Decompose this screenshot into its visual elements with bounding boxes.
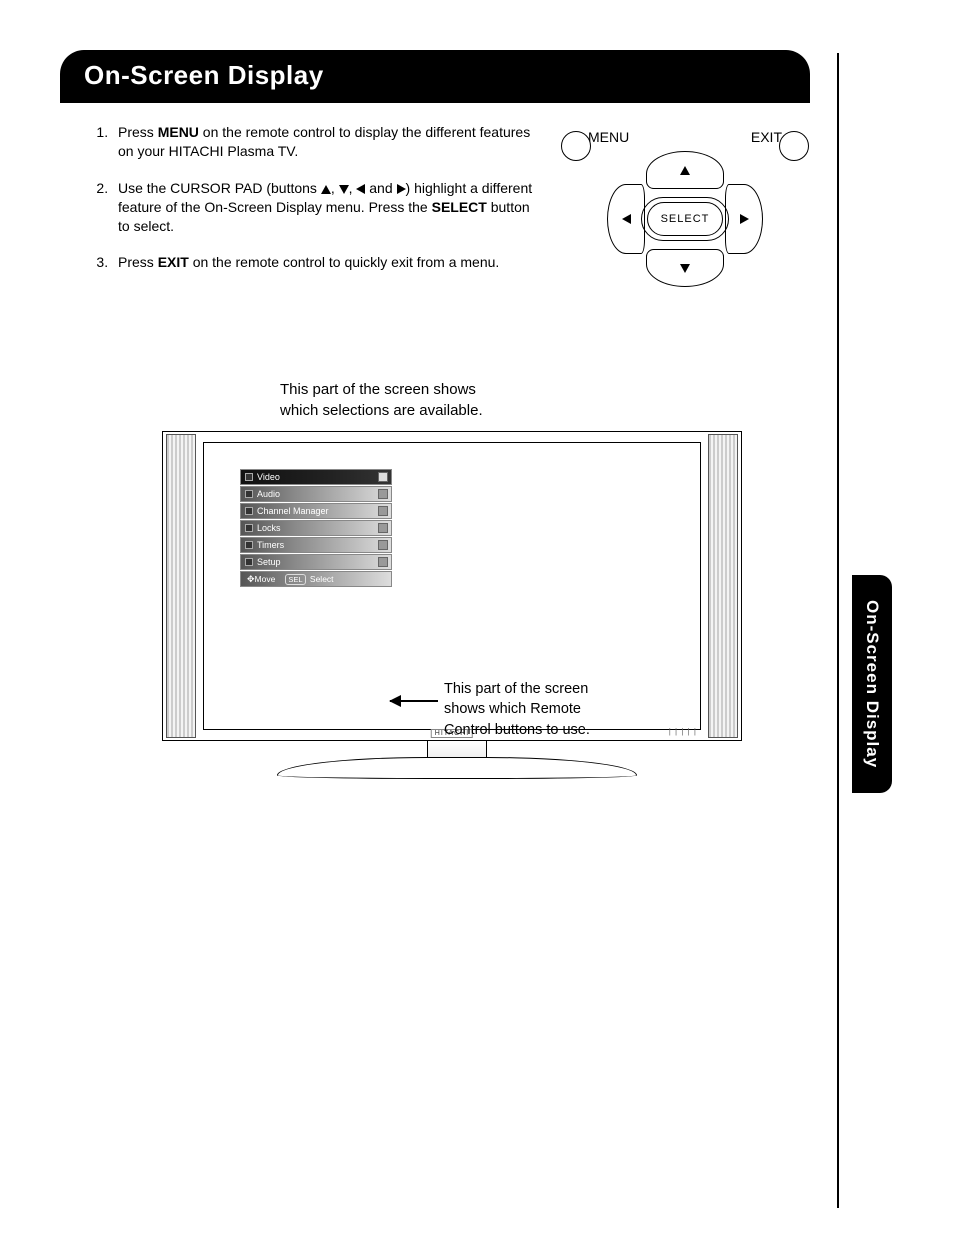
text: which selections are available. bbox=[280, 402, 483, 419]
vertical-divider bbox=[837, 53, 839, 1208]
osd-item-channel-manager[interactable]: Channel Manager bbox=[240, 503, 392, 519]
osd-label: Timers bbox=[257, 540, 378, 550]
osd-label: Setup bbox=[257, 557, 378, 567]
menu-end-icon bbox=[378, 540, 388, 550]
caption-top: This part of the screen shows which sele… bbox=[280, 379, 810, 421]
left-arrow-icon bbox=[356, 184, 365, 194]
osd-footer-select: Select bbox=[310, 574, 334, 584]
arrow-left-icon bbox=[390, 700, 438, 702]
osd-label: Locks bbox=[257, 523, 378, 533]
exit-button[interactable] bbox=[779, 131, 809, 161]
down-arrow-icon bbox=[339, 185, 349, 194]
text: Press bbox=[118, 254, 158, 270]
move-icon: ✥ bbox=[247, 574, 255, 584]
remote-diagram: MENU EXIT SELECT bbox=[560, 123, 810, 309]
bold-text: MENU bbox=[158, 124, 199, 140]
bold-text: SELECT bbox=[432, 199, 487, 215]
tv-base bbox=[277, 757, 637, 779]
exit-label: EXIT bbox=[751, 129, 782, 145]
osd-label: Video bbox=[257, 472, 378, 482]
side-tab-label: On-Screen Display bbox=[862, 600, 882, 768]
menu-label: MENU bbox=[588, 129, 629, 145]
menu-end-icon bbox=[378, 506, 388, 516]
osd-label: Channel Manager bbox=[257, 506, 378, 516]
osd-item-setup[interactable]: Setup bbox=[240, 554, 392, 570]
text: This part of the screen bbox=[444, 681, 588, 697]
osd-footer-move: Move bbox=[255, 574, 276, 584]
led-strip: | | | | | bbox=[669, 727, 697, 736]
osd-item-timers[interactable]: Timers bbox=[240, 537, 392, 553]
text: Press bbox=[118, 124, 158, 140]
cursor-down-button[interactable] bbox=[646, 249, 724, 287]
right-arrow-icon bbox=[740, 214, 749, 224]
instructions-list: Press MENU on the remote control to disp… bbox=[60, 123, 540, 309]
menu-marker-icon bbox=[245, 541, 253, 549]
osd-footer: ✥Move SEL Select bbox=[240, 571, 392, 587]
menu-end-icon bbox=[378, 472, 388, 482]
menu-marker-icon bbox=[245, 473, 253, 481]
text: on the remote control to quickly exit fr… bbox=[189, 254, 499, 270]
sel-chip-icon: SEL bbox=[285, 574, 305, 585]
osd-label: Audio bbox=[257, 489, 378, 499]
cursor-right-button[interactable] bbox=[725, 184, 763, 254]
menu-marker-icon bbox=[245, 524, 253, 532]
osd-item-audio[interactable]: Audio bbox=[240, 486, 392, 502]
up-arrow-icon bbox=[321, 185, 331, 194]
instruction-3: Press EXIT on the remote control to quic… bbox=[112, 253, 540, 272]
menu-end-icon bbox=[378, 489, 388, 499]
cursor-up-button[interactable] bbox=[646, 151, 724, 189]
up-arrow-icon bbox=[680, 166, 690, 175]
text: Control buttons to use. bbox=[444, 722, 590, 738]
osd-menu: Video Audio Channel Manager Locks Timers… bbox=[240, 469, 392, 587]
text: Use the CURSOR PAD (buttons bbox=[118, 180, 321, 196]
instruction-2: Use the CURSOR PAD (buttons , , and ) hi… bbox=[112, 179, 540, 236]
caption-right: This part of the screen shows which Remo… bbox=[444, 679, 634, 740]
instruction-1: Press MENU on the remote control to disp… bbox=[112, 123, 540, 161]
menu-end-icon bbox=[378, 557, 388, 567]
menu-marker-icon bbox=[245, 507, 253, 515]
cursor-left-button[interactable] bbox=[607, 184, 645, 254]
select-button[interactable]: SELECT bbox=[647, 202, 723, 236]
bold-text: EXIT bbox=[158, 254, 189, 270]
menu-marker-icon bbox=[245, 490, 253, 498]
right-arrow-icon bbox=[397, 184, 406, 194]
text: This part of the screen shows bbox=[280, 381, 476, 398]
menu-button[interactable] bbox=[561, 131, 591, 161]
left-arrow-icon bbox=[622, 214, 631, 224]
page-title: On-Screen Display bbox=[60, 50, 810, 103]
menu-marker-icon bbox=[245, 558, 253, 566]
down-arrow-icon bbox=[680, 264, 690, 273]
menu-end-icon bbox=[378, 523, 388, 533]
osd-item-locks[interactable]: Locks bbox=[240, 520, 392, 536]
text: shows which Remote bbox=[444, 701, 581, 717]
side-tab: On-Screen Display bbox=[852, 575, 892, 793]
osd-item-video[interactable]: Video bbox=[240, 469, 392, 485]
